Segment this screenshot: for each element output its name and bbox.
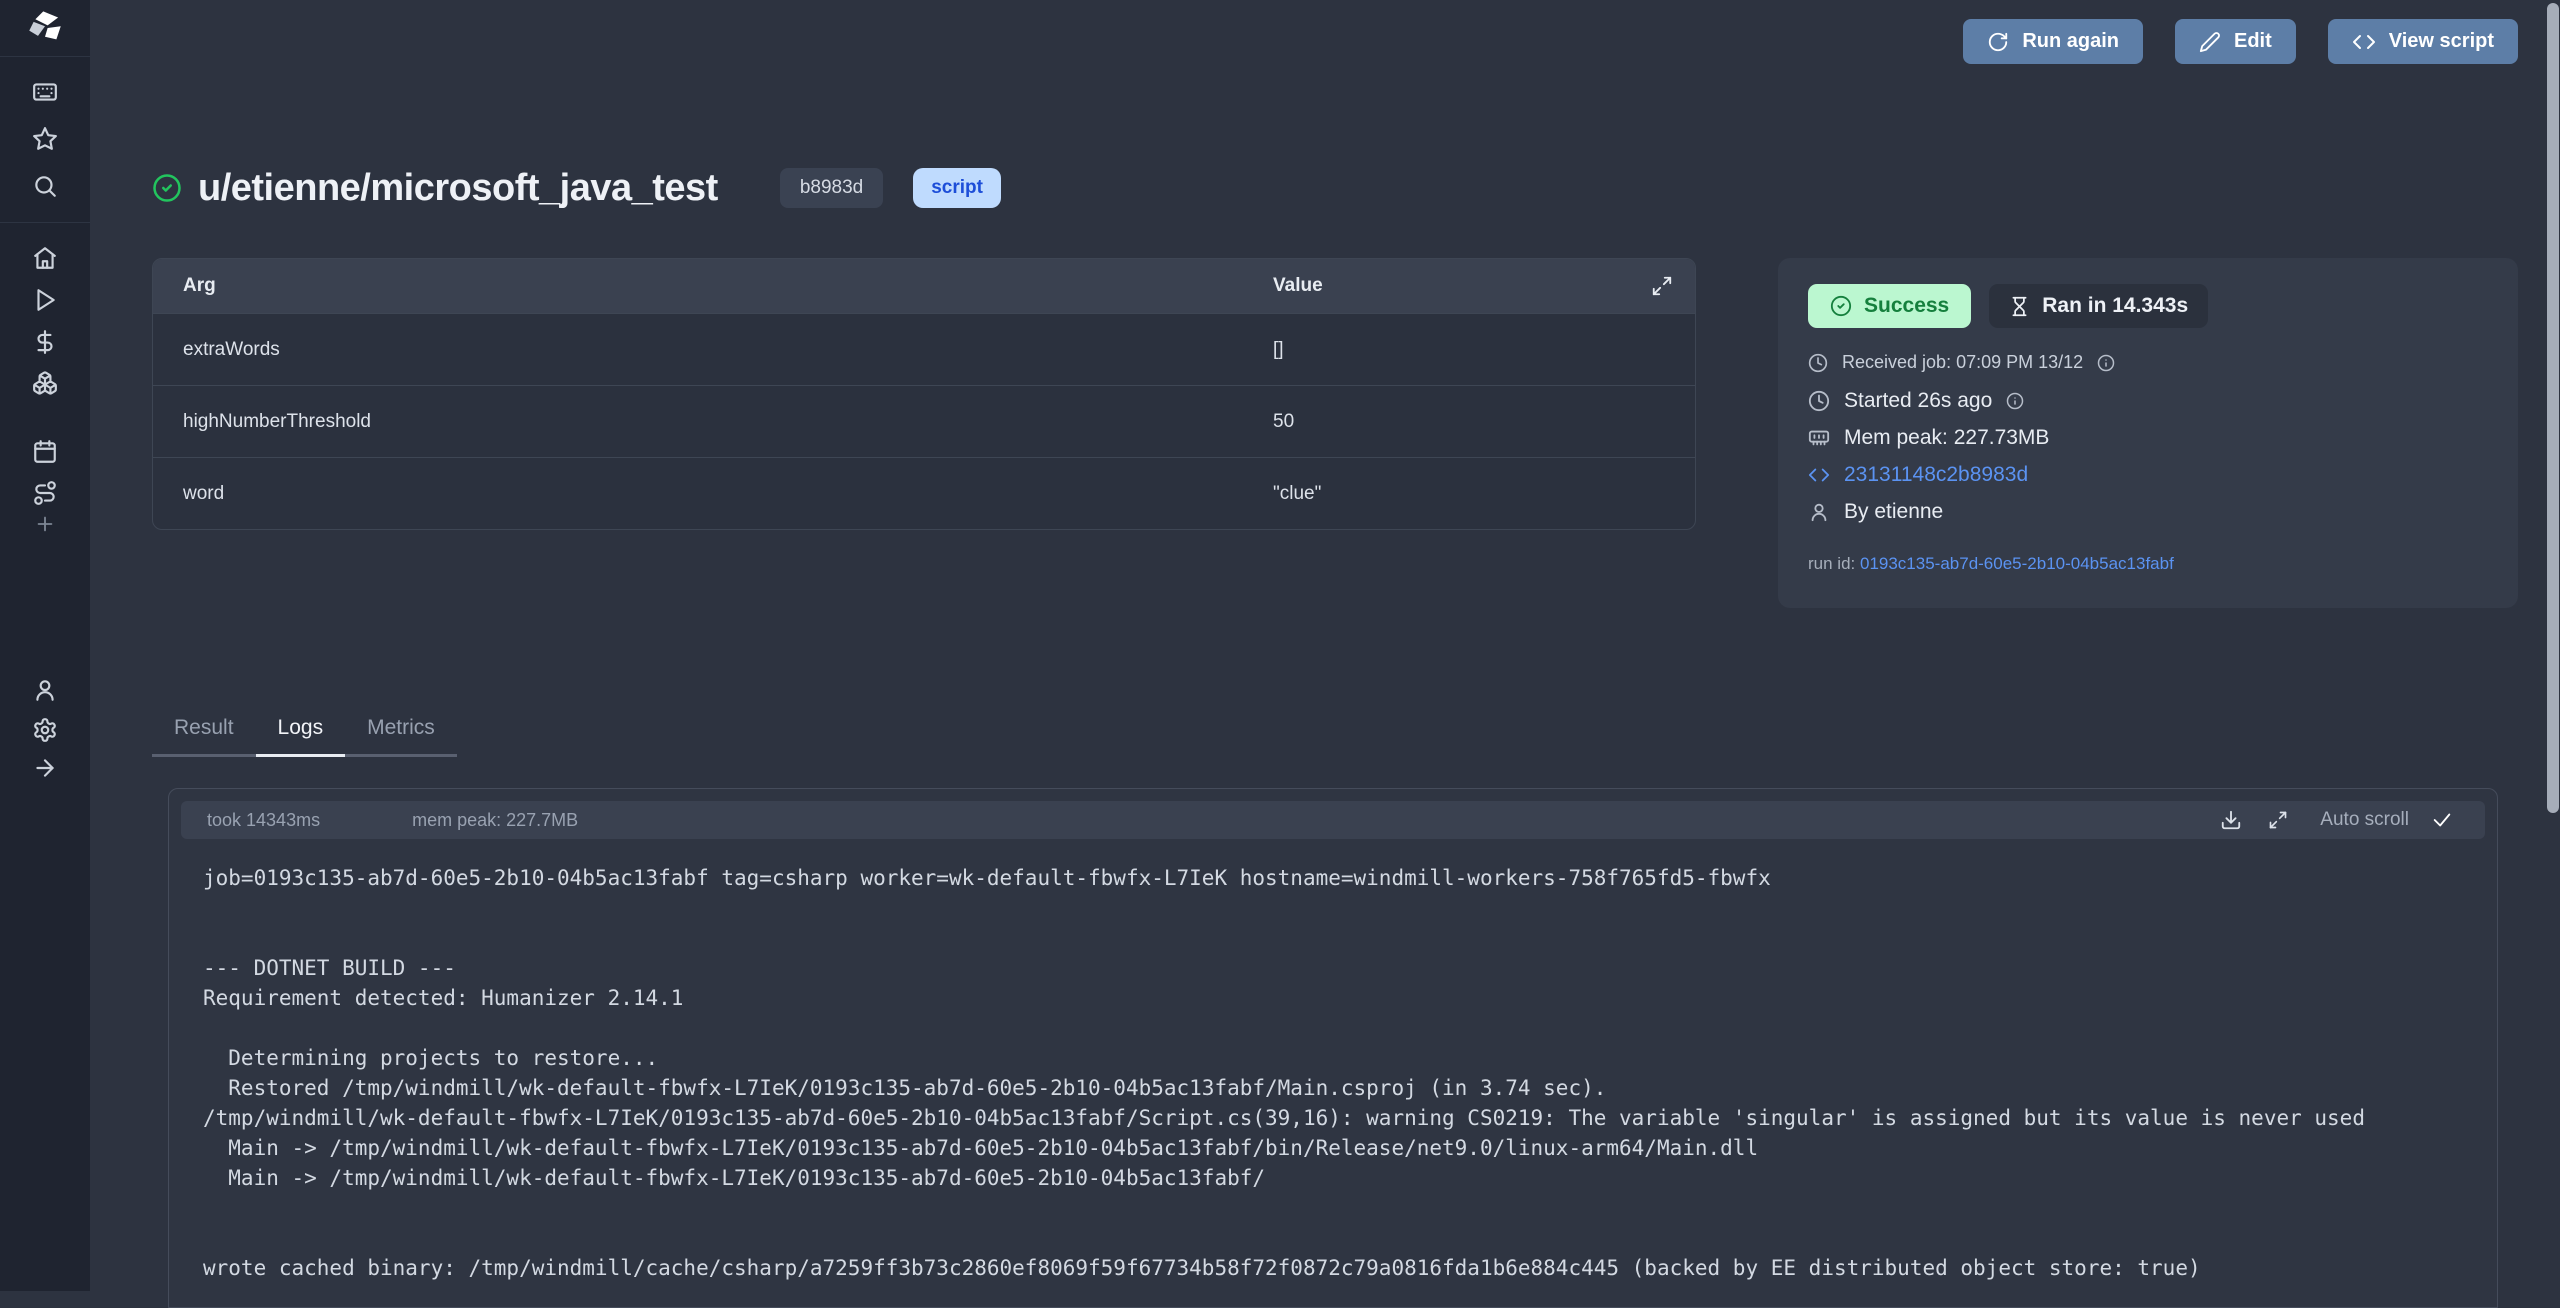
view-script-button[interactable]: View script [2328,19,2518,64]
run-again-label: Run again [2022,30,2119,53]
auto-scroll-label: Auto scroll [2320,809,2409,831]
view-script-label: View script [2389,30,2494,53]
edit-button[interactable]: Edit [2175,19,2296,64]
tabs: Result Logs Metrics [152,716,457,757]
sidebar-divider [0,222,90,223]
status-badge: Success [1808,284,1971,328]
arrow-right-icon[interactable] [32,755,58,781]
page-title: u/etienne/microsoft_java_test [198,167,718,210]
run-id-label: run id: [1808,554,1855,573]
tab-logs[interactable]: Logs [256,716,346,757]
logs-mem-peak-text: mem peak: 227.7MB [412,810,578,831]
table-row: extraWords [] [153,313,1695,385]
code-icon [2352,30,2376,54]
kind-badge: script [913,168,1001,208]
log-output: job=0193c135-ab7d-60e5-2b10-04b5ac13fabf… [181,839,2485,1307]
play-icon[interactable] [32,287,58,313]
arg-value: 50 [1273,411,1294,433]
boxes-icon[interactable] [32,370,58,396]
maximize-icon [1651,275,1673,297]
check-circle-icon [152,173,182,203]
tab-result[interactable]: Result [152,716,256,757]
sidebar [0,0,90,1291]
settings-icon[interactable] [32,717,58,743]
auto-scroll-toggle[interactable]: Auto scroll [2314,808,2459,832]
arg-value: "clue" [1273,483,1321,505]
user-icon [1808,501,1830,523]
hourglass-icon [2009,296,2030,317]
tab-metrics[interactable]: Metrics [345,716,457,757]
args-table: Arg Value extraWords [] highNumberThresh… [152,258,1696,530]
args-table-header: Arg Value [153,259,1695,313]
page-scrollbar[interactable] [2547,3,2559,813]
plus-icon[interactable] [34,513,56,535]
by-user-text: By etienne [1844,500,1943,524]
check-icon [2431,809,2453,831]
refresh-icon [1987,31,2009,53]
check-circle-icon [1830,295,1852,317]
run-id-line: run id: 0193c135-ab7d-60e5-2b10-04b5ac13… [1808,554,2488,574]
arg-value: [] [1273,339,1284,361]
route-icon[interactable] [32,480,58,506]
download-logs-button[interactable] [2220,809,2242,831]
info-icon[interactable] [2097,354,2115,372]
title-row: u/etienne/microsoft_java_test b8983d scr… [152,160,1001,216]
search-icon[interactable] [32,173,58,199]
arg-name: highNumberThreshold [153,411,1273,433]
clock-icon [1808,390,1830,412]
code-icon [1808,464,1830,486]
expand-logs-button[interactable] [2268,810,2288,830]
dollar-icon[interactable] [32,329,58,355]
run-again-button[interactable]: Run again [1963,19,2143,64]
mem-peak-text: Mem peak: 227.73MB [1844,426,2049,450]
duration-label: Ran in 14.343s [2042,294,2188,318]
run-id-link[interactable]: 0193c135-ab7d-60e5-2b10-04b5ac13fabf [1860,554,2174,573]
info-icon[interactable] [2006,392,2024,410]
version-badge: b8983d [780,168,883,208]
clock-icon [1808,353,1828,373]
table-row: word "clue" [153,457,1695,529]
expand-args-button[interactable] [1651,275,1673,297]
script-hash-link[interactable]: 23131148c2b8983d [1844,463,2028,487]
col-header-arg: Arg [153,275,1273,297]
memory-icon [1808,427,1830,449]
status-badge-label: Success [1864,294,1949,318]
home-icon[interactable] [32,245,58,271]
arg-name: word [153,483,1273,505]
app-window-icon[interactable] [32,79,58,105]
duration-chip: Ran in 14.343s [1989,284,2208,328]
status-card: Success Ran in 14.343s Received job: 07:… [1778,258,2518,608]
table-row: highNumberThreshold 50 [153,385,1695,457]
header-actions: Run again Edit View script [1963,19,2518,64]
windmill-logo-icon [24,7,66,49]
logs-took-text: took 14343ms [207,810,320,831]
pencil-icon [2199,31,2221,53]
logs-panel: took 14343ms mem peak: 227.7MB Auto scro… [168,788,2498,1308]
maximize-icon [2268,810,2288,830]
windmill-logo[interactable] [0,0,90,57]
received-job-text: Received job: 07:09 PM 13/12 [1842,352,2083,373]
logs-toolbar: took 14343ms mem peak: 227.7MB Auto scro… [181,801,2485,839]
download-icon [2220,809,2242,831]
star-icon[interactable] [32,126,58,152]
arg-name: extraWords [153,339,1273,361]
user-icon[interactable] [32,677,58,703]
col-header-value: Value [1273,275,1323,297]
started-text: Started 26s ago [1844,389,1992,413]
edit-label: Edit [2234,30,2272,53]
calendar-icon[interactable] [32,439,58,465]
